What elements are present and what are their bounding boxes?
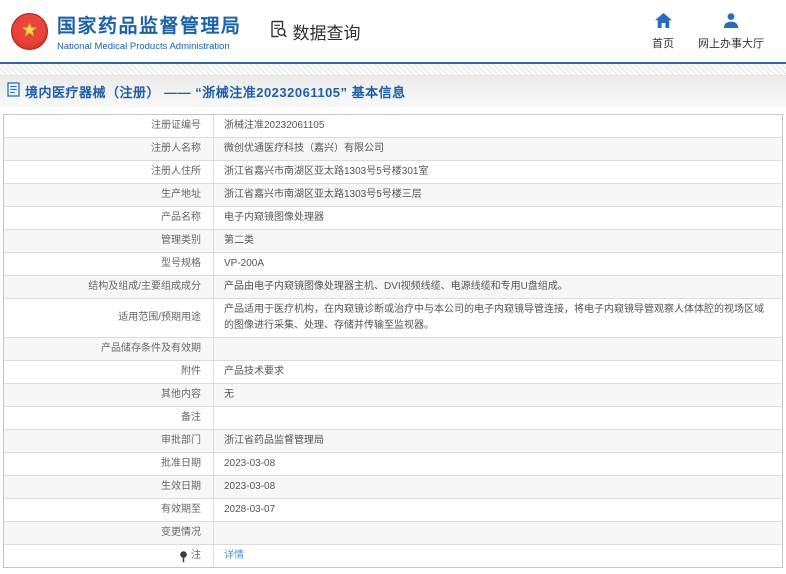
org-name-cn: 国家药品监督管理局 bbox=[57, 15, 242, 37]
row-value bbox=[214, 522, 782, 544]
row-value: 2028-03-07 bbox=[224, 504, 276, 515]
row-label: 生产地址 bbox=[4, 184, 214, 206]
row-label: 有效期至 bbox=[4, 499, 214, 521]
detail-link[interactable]: 详情 bbox=[224, 548, 244, 564]
table-row: 适用范围/预期用途 产品适用于医疗机构，在内窥镜诊断或治疗中与本公司的电子内窥镜… bbox=[4, 299, 782, 338]
row-label: 审批部门 bbox=[4, 430, 214, 452]
nav-item-home[interactable]: 首页 bbox=[652, 12, 674, 51]
national-emblem-logo: ★ bbox=[11, 12, 48, 50]
row-label: 管理类别 bbox=[4, 230, 214, 252]
row-value: 浙江省嘉兴市南湖区亚太路1303号5号楼三层 bbox=[224, 189, 422, 200]
document-search-icon bbox=[268, 19, 288, 44]
nav-service-hall-label: 网上办事大厅 bbox=[698, 37, 764, 50]
row-label: 批准日期 bbox=[4, 453, 214, 475]
row-label: 生效日期 bbox=[4, 476, 214, 498]
row-value: 产品技术要求 bbox=[224, 366, 284, 377]
row-value: 第二类 bbox=[224, 235, 254, 246]
row-value: 产品适用于医疗机构，在内窥镜诊断或治疗中与本公司的电子内窥镜导管连接，将电子内窥… bbox=[214, 299, 782, 337]
row-label: 变更情况 bbox=[4, 522, 214, 544]
row-value-text: 产品适用于医疗机构，在内窥镜诊断或治疗中与本公司的电子内窥镜导管连接，将电子内窥… bbox=[224, 304, 764, 331]
top-header: ★ 国家药品监督管理局 National Medical Products Ad… bbox=[0, 0, 786, 62]
table-row: 审批部门 浙江省药品监督管理局 bbox=[4, 430, 782, 453]
row-value bbox=[214, 407, 782, 429]
row-value: 浙江省嘉兴市南湖区亚太路1303号5号楼301室 bbox=[224, 166, 429, 177]
row-label: 注册人住所 bbox=[4, 161, 214, 183]
row-value: 微创优通医疗科技（嘉兴）有限公司 bbox=[224, 143, 384, 154]
table-row: 注册证编号 浙械注准20232061105 bbox=[4, 115, 782, 138]
document-icon bbox=[7, 81, 20, 102]
table-row: 产品名称 电子内窥镜图像处理器 bbox=[4, 207, 782, 230]
table-row: 管理类别 第二类 bbox=[4, 230, 782, 253]
table-row: 备注 bbox=[4, 407, 782, 430]
table-row: 附件 产品技术要求 bbox=[4, 361, 782, 384]
row-value bbox=[214, 338, 782, 360]
org-name-en: National Medical Products Administration bbox=[57, 40, 230, 52]
row-value: 详情 bbox=[214, 545, 782, 567]
row-label: 适用范围/预期用途 bbox=[4, 299, 214, 337]
row-label-text: 注 bbox=[191, 550, 201, 561]
table-row: 有效期至 2028-03-07 bbox=[4, 499, 782, 522]
table-row: 注 详情 bbox=[4, 545, 782, 567]
nav-home-label: 首页 bbox=[652, 37, 674, 50]
table-row: 注册人名称 微创优通医疗科技（嘉兴）有限公司 bbox=[4, 138, 782, 161]
user-icon bbox=[722, 12, 740, 32]
top-nav: 首页 网上办事大厅 bbox=[652, 12, 764, 51]
table-row: 生产地址 浙江省嘉兴市南湖区亚太路1303号5号楼三层 bbox=[4, 184, 782, 207]
table-row: 结构及组成/主要组成成分 产品由电子内窥镜图像处理器主机、DVI视频线缆、电源线… bbox=[4, 276, 782, 299]
row-label: 注 bbox=[4, 545, 214, 567]
nav-item-service-hall[interactable]: 网上办事大厅 bbox=[698, 12, 764, 51]
row-label: 附件 bbox=[4, 361, 214, 383]
table-row: 生效日期 2023-03-08 bbox=[4, 476, 782, 499]
data-query-label: 数据查询 bbox=[292, 23, 361, 43]
row-value: 浙江省药品监督管理局 bbox=[224, 435, 324, 446]
row-value: 产品由电子内窥镜图像处理器主机、DVI视频线缆、电源线缆和专用U盘组成。 bbox=[224, 281, 568, 292]
org-title-block: 国家药品监督管理局 National Medical Products Admi… bbox=[57, 11, 242, 52]
table-row: 其他内容 无 bbox=[4, 384, 782, 407]
row-value: 2023-03-08 bbox=[224, 458, 276, 469]
row-label: 注册证编号 bbox=[4, 115, 214, 137]
row-value: 无 bbox=[224, 389, 234, 400]
row-label: 产品储存条件及有效期 bbox=[4, 338, 214, 360]
registration-info-table: 注册证编号 浙械注准20232061105 注册人名称 微创优通医疗科技（嘉兴）… bbox=[3, 114, 783, 568]
row-label: 结构及组成/主要组成成分 bbox=[4, 276, 214, 298]
table-row: 注册人住所 浙江省嘉兴市南湖区亚太路1303号5号楼301室 bbox=[4, 161, 782, 184]
table-row: 变更情况 bbox=[4, 522, 782, 545]
table-row: 型号规格 VP-200A bbox=[4, 253, 782, 276]
note-pin-icon bbox=[179, 551, 188, 563]
row-value: 浙械注准20232061105 bbox=[224, 120, 325, 131]
table-row: 批准日期 2023-03-08 bbox=[4, 453, 782, 476]
home-icon bbox=[654, 12, 673, 32]
row-value: 电子内窥镜图像处理器 bbox=[224, 212, 324, 223]
row-label: 注册人名称 bbox=[4, 138, 214, 160]
breadcrumb: 境内医疗器械（注册） —— “浙械注准20232061105” 基本信息 bbox=[0, 76, 786, 107]
row-label: 产品名称 bbox=[4, 207, 214, 229]
row-label: 备注 bbox=[4, 407, 214, 429]
row-label: 型号规格 bbox=[4, 253, 214, 275]
table-row: 产品储存条件及有效期 bbox=[4, 338, 782, 361]
row-label: 其他内容 bbox=[4, 384, 214, 406]
data-query-tab[interactable]: 数据查询 bbox=[268, 19, 361, 44]
row-value: VP-200A bbox=[224, 258, 265, 269]
hatch-pattern-strip bbox=[0, 64, 786, 76]
emblem-star-icon: ★ bbox=[20, 19, 39, 41]
row-value: 2023-03-08 bbox=[224, 481, 276, 492]
page-title: 境内医疗器械（注册） —— “浙械注准20232061105” 基本信息 bbox=[25, 85, 406, 100]
